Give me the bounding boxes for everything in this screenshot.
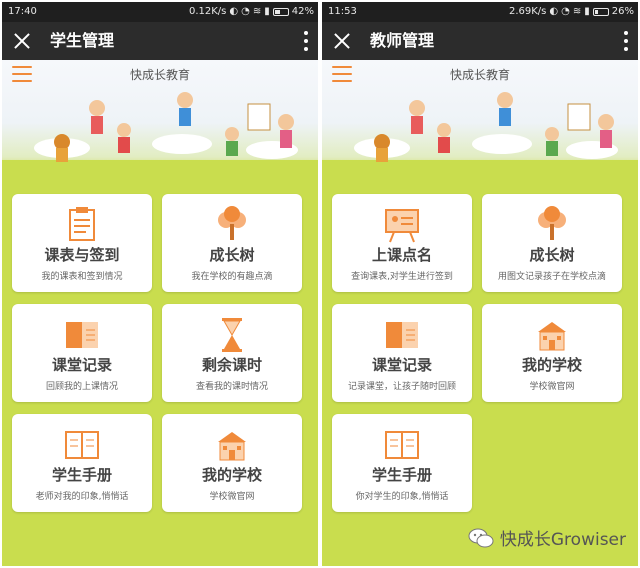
card-label: 我的学校 <box>201 466 262 484</box>
book-icon <box>66 322 98 348</box>
battery-icon <box>272 8 289 16</box>
brand-title: 快成长教育 <box>449 68 510 82</box>
card-subtitle: 用图文记录孩子在学校点滴 <box>497 272 606 282</box>
headphones-icon: ◐ <box>229 6 239 17</box>
more-options-icon[interactable] <box>624 31 628 51</box>
status-time: 17:40 <box>8 6 37 17</box>
handbook-icon <box>385 431 419 459</box>
battery-percent: 26% <box>611 6 634 17</box>
card-class-record[interactable]: 课堂记录 记录课堂，让孩子随时回顾 <box>332 304 472 402</box>
card-label: 学生手册 <box>371 466 432 484</box>
header-banner: 快成长教育 <box>2 60 318 174</box>
close-icon[interactable] <box>330 29 354 53</box>
kids-illustration <box>2 92 318 174</box>
card-label: 我的学校 <box>521 356 582 374</box>
blackboard-icon <box>385 209 419 243</box>
card-subtitle: 学校微官网 <box>529 382 575 392</box>
status-bar: 11:53 2.69K/s ◐ ◔ ≋ ▮ 26% <box>322 2 638 22</box>
close-icon[interactable] <box>10 29 34 53</box>
card-subtitle: 记录课堂，让孩子随时回顾 <box>347 382 456 392</box>
handbook-icon <box>65 431 99 459</box>
card-subtitle: 查看我的课时情况 <box>195 382 268 392</box>
card-subtitle: 我在学校的有趣点滴 <box>191 272 273 282</box>
school-icon <box>218 432 246 461</box>
card-roll-call[interactable]: 上课点名 查询课表,对学生进行签到 <box>332 194 472 292</box>
page-title: 教师管理 <box>370 31 435 50</box>
card-subtitle: 查询课表,对学生进行签到 <box>351 272 453 282</box>
card-label: 成长树 <box>209 246 255 264</box>
card-subtitle: 回顾我的上课情况 <box>45 382 118 392</box>
signal-icon: ▮ <box>264 6 270 17</box>
card-label: 课表与签到 <box>44 246 120 264</box>
card-subtitle: 我的课表和签到情况 <box>41 272 123 282</box>
card-my-school[interactable]: 我的学校 学校微官网 <box>162 414 302 512</box>
network-speed: 2.69K/s <box>508 6 547 17</box>
card-label: 成长树 <box>529 246 575 264</box>
tree-icon <box>218 206 246 240</box>
card-student-handbook[interactable]: 学生手册 老师对我的印象,悄悄话 <box>12 414 152 512</box>
card-subtitle: 老师对我的印象,悄悄话 <box>35 492 129 502</box>
card-label: 学生手册 <box>51 466 112 484</box>
brand-title: 快成长教育 <box>129 68 190 82</box>
more-options-icon[interactable] <box>304 31 308 51</box>
alarm-icon: ◔ <box>561 6 570 17</box>
phone-student: 17:40 0.12K/s ◐ ◔ ≋ ▮ 42% 学生管理 快成长教育 课表与… <box>2 2 318 566</box>
app-bar: 学生管理 <box>2 22 318 60</box>
app-bar: 教师管理 <box>322 22 638 60</box>
kids-illustration <box>322 92 638 174</box>
card-label: 课堂记录 <box>51 356 112 374</box>
status-time: 11:53 <box>328 6 357 17</box>
card-label: 剩余课时 <box>201 356 262 374</box>
card-subtitle: 你对学生的印象,悄悄话 <box>355 492 449 502</box>
hourglass-icon <box>222 318 242 352</box>
clipboard-icon <box>69 207 95 241</box>
page-title: 学生管理 <box>50 31 115 50</box>
alarm-icon: ◔ <box>241 6 250 17</box>
watermark-text: 快成长Growiser <box>499 530 626 550</box>
wifi-icon: ≋ <box>252 6 262 17</box>
card-growth-tree[interactable]: 成长树 用图文记录孩子在学校点滴 <box>482 194 622 292</box>
card-my-school[interactable]: 我的学校 学校微官网 <box>482 304 622 402</box>
card-remaining-hours[interactable]: 剩余课时 查看我的课时情况 <box>162 304 302 402</box>
card-label: 上课点名 <box>371 246 432 264</box>
tree-icon <box>538 206 566 240</box>
card-class-record[interactable]: 课堂记录 回顾我的上课情况 <box>12 304 152 402</box>
headphones-icon: ◐ <box>549 6 559 17</box>
status-bar: 17:40 0.12K/s ◐ ◔ ≋ ▮ 42% <box>2 2 318 22</box>
card-student-handbook[interactable]: 学生手册 你对学生的印象,悄悄话 <box>332 414 472 512</box>
battery-level <box>594 10 598 14</box>
card-schedule-signin[interactable]: 课表与签到 我的课表和签到情况 <box>12 194 152 292</box>
school-icon <box>538 322 566 351</box>
signal-icon: ▮ <box>584 6 590 17</box>
battery-level <box>274 10 280 14</box>
book-icon <box>386 322 418 348</box>
watermark: 快成长Growiser <box>468 525 626 550</box>
header-banner: 快成长教育 <box>322 60 638 174</box>
card-label: 课堂记录 <box>371 356 432 374</box>
wifi-icon: ≋ <box>572 6 582 17</box>
network-speed: 0.12K/s <box>188 6 227 17</box>
battery-percent: 42% <box>291 6 314 17</box>
card-subtitle: 学校微官网 <box>209 492 255 502</box>
wechat-icon <box>468 528 494 547</box>
card-growth-tree[interactable]: 成长树 我在学校的有趣点滴 <box>162 194 302 292</box>
phone-teacher: 11:53 2.69K/s ◐ ◔ ≋ ▮ 26% 教师管理 快成长教育 上课点… <box>322 2 638 566</box>
battery-icon <box>592 8 609 16</box>
